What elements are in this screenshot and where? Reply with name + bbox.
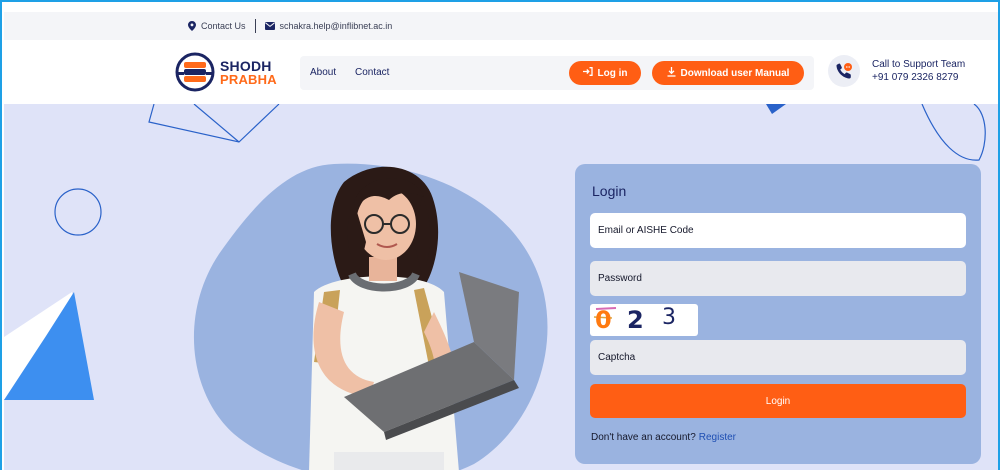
logo-emblem-icon <box>175 52 215 92</box>
support-email-link[interactable]: schakra.help@inflibnet.ac.in <box>264 21 393 31</box>
nav-about[interactable]: About <box>310 67 336 78</box>
support-phone: +91 079 2326 8279 <box>872 72 959 83</box>
nav-contact[interactable]: Contact <box>355 67 389 78</box>
contact-us-label: Contact Us <box>201 21 246 31</box>
register-link[interactable]: Register <box>699 432 736 443</box>
topbar-divider <box>254 19 256 33</box>
contact-us-link[interactable]: Contact Us <box>188 21 246 31</box>
login-button-label: Log in <box>597 67 628 79</box>
download-manual-button[interactable]: Download user Manual <box>652 61 804 85</box>
captcha-image: 0 2 3 <box>590 304 698 336</box>
captcha-digit-3: 3 <box>662 305 676 330</box>
main-nav: About Contact Log in Download user Manua… <box>300 56 814 90</box>
download-manual-label: Download user Manual <box>680 67 790 79</box>
student-with-laptop-illustration <box>309 166 519 470</box>
captcha-input[interactable] <box>590 340 966 375</box>
site-header: SHODH PRABHA About Contact Log in Downlo… <box>4 40 998 104</box>
login-card: Login 0 2 3 Login Don't have an account?… <box>575 164 981 464</box>
download-icon <box>667 66 676 80</box>
email-input[interactable] <box>590 213 966 248</box>
register-prompt: Don't have an account? Register <box>591 432 736 443</box>
login-icon <box>582 67 593 79</box>
captcha-digit-1: 0 <box>595 306 612 334</box>
password-input[interactable] <box>590 261 966 296</box>
support-title: Call to Support Team <box>872 58 966 70</box>
top-info-bar: Contact Us schakra.help@inflibnet.ac.in <box>4 12 998 40</box>
phone-icon <box>828 55 860 87</box>
site-logo[interactable]: SHODH PRABHA <box>174 52 284 92</box>
support-contact[interactable]: Call to Support Team +91 079 2326 8279 <box>828 55 965 87</box>
login-button[interactable]: Log in <box>569 61 641 85</box>
logo-text-line2: PRABHA <box>220 71 277 87</box>
captcha-digit-2: 2 <box>627 306 644 334</box>
logo-text-line1: SHODH <box>220 57 272 74</box>
mail-icon <box>264 22 275 30</box>
submit-login-button[interactable]: Login <box>590 384 966 418</box>
hero-section: Login 0 2 3 Login Don't have an account?… <box>4 104 998 470</box>
register-prompt-text: Don't have an account? <box>591 432 696 443</box>
login-title: Login <box>592 183 627 199</box>
map-pin-icon <box>188 21 196 31</box>
browser-frame: Contact Us schakra.help@inflibnet.ac.in … <box>0 0 1000 470</box>
support-email: schakra.help@inflibnet.ac.in <box>279 21 393 31</box>
